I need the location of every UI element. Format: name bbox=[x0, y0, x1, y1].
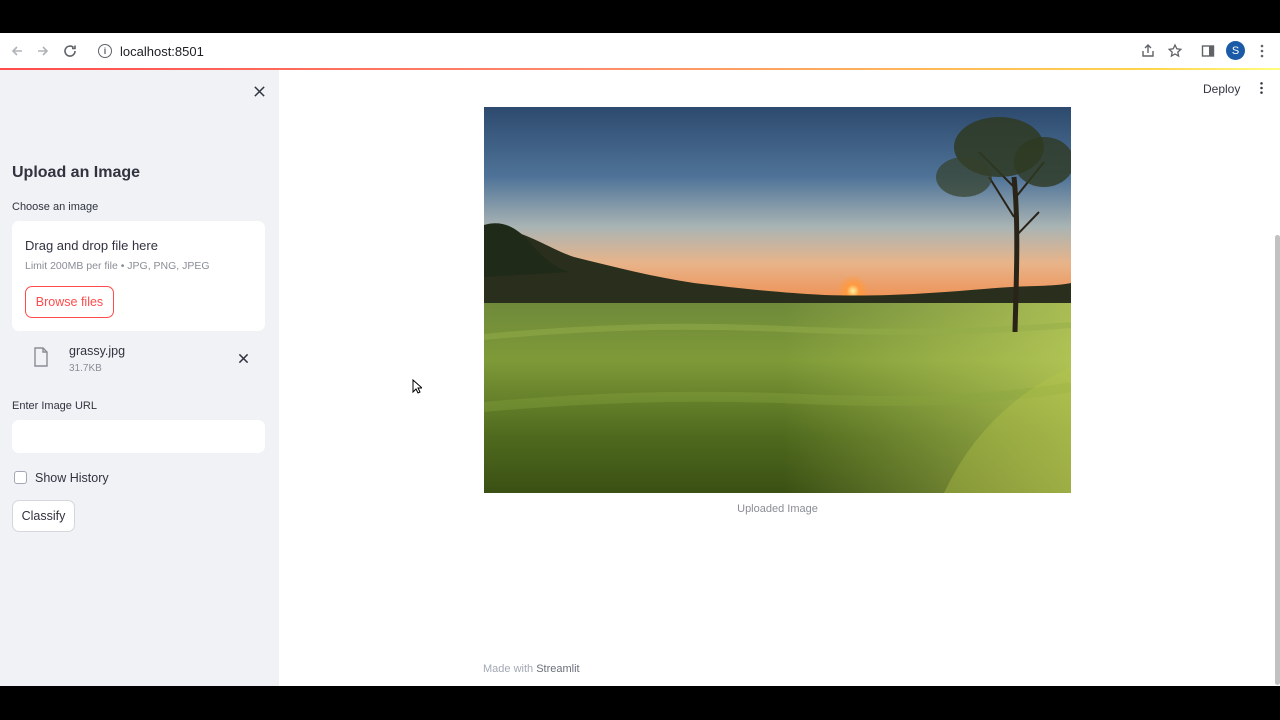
file-icon bbox=[34, 347, 48, 367]
streamlit-link[interactable]: Streamlit bbox=[536, 663, 579, 675]
browser-menu-icon[interactable] bbox=[1253, 42, 1271, 60]
uploaded-file-size: 31.7KB bbox=[69, 363, 102, 374]
image-caption: Uploaded Image bbox=[737, 503, 818, 515]
bookmark-star-icon[interactable] bbox=[1166, 42, 1184, 60]
site-info-icon[interactable]: i bbox=[98, 44, 112, 58]
uploaded-image bbox=[484, 107, 1071, 493]
uploaded-file-row: grassy.jpg 31.7KB bbox=[12, 340, 265, 380]
footer-prefix: Made with bbox=[483, 663, 534, 675]
browse-files-button[interactable]: Browse files bbox=[25, 286, 114, 318]
footer: Made with Streamlit bbox=[483, 663, 580, 675]
dropzone-title: Drag and drop file here bbox=[25, 238, 158, 253]
sidebar-close-icon[interactable] bbox=[249, 81, 269, 101]
address-text: localhost:8501 bbox=[120, 43, 204, 59]
image-url-input[interactable] bbox=[12, 420, 265, 453]
show-history-label[interactable]: Show History bbox=[35, 471, 109, 485]
sidebar-title: Upload an Image bbox=[12, 164, 141, 181]
classify-button[interactable]: Classify bbox=[12, 500, 75, 532]
side-panel-icon[interactable] bbox=[1199, 42, 1217, 60]
reload-icon[interactable] bbox=[61, 42, 79, 60]
bottom-letterbox bbox=[0, 686, 1280, 720]
uploaded-file-name: grassy.jpg bbox=[69, 344, 126, 358]
app-menu-icon[interactable] bbox=[1256, 80, 1266, 96]
uploader-label: Choose an image bbox=[12, 201, 99, 213]
show-history-checkbox[interactable] bbox=[14, 471, 27, 484]
dropzone-limit: Limit 200MB per file • JPG, PNG, JPEG bbox=[25, 260, 210, 272]
image-url-label: Enter Image URL bbox=[12, 400, 97, 412]
forward-arrow-icon[interactable] bbox=[34, 42, 52, 60]
profile-avatar[interactable]: S bbox=[1226, 41, 1245, 60]
address-bar[interactable]: i localhost:8501 bbox=[90, 39, 1150, 63]
remove-file-icon[interactable] bbox=[235, 350, 251, 366]
back-arrow-icon[interactable] bbox=[8, 42, 26, 60]
sidebar: Upload an Image Choose an image Drag and… bbox=[0, 70, 279, 686]
share-icon[interactable] bbox=[1139, 42, 1157, 60]
main-content: Deploy Uploaded Image Made with Streamli… bbox=[279, 70, 1280, 686]
scrollbar[interactable] bbox=[1275, 235, 1280, 685]
deploy-button[interactable]: Deploy bbox=[1203, 82, 1240, 96]
browser-toolbar: i localhost:8501 S bbox=[0, 33, 1280, 69]
file-dropzone[interactable]: Drag and drop file here Limit 200MB per … bbox=[12, 221, 265, 331]
mouse-cursor-icon bbox=[412, 379, 422, 394]
top-letterbox bbox=[0, 0, 1280, 33]
